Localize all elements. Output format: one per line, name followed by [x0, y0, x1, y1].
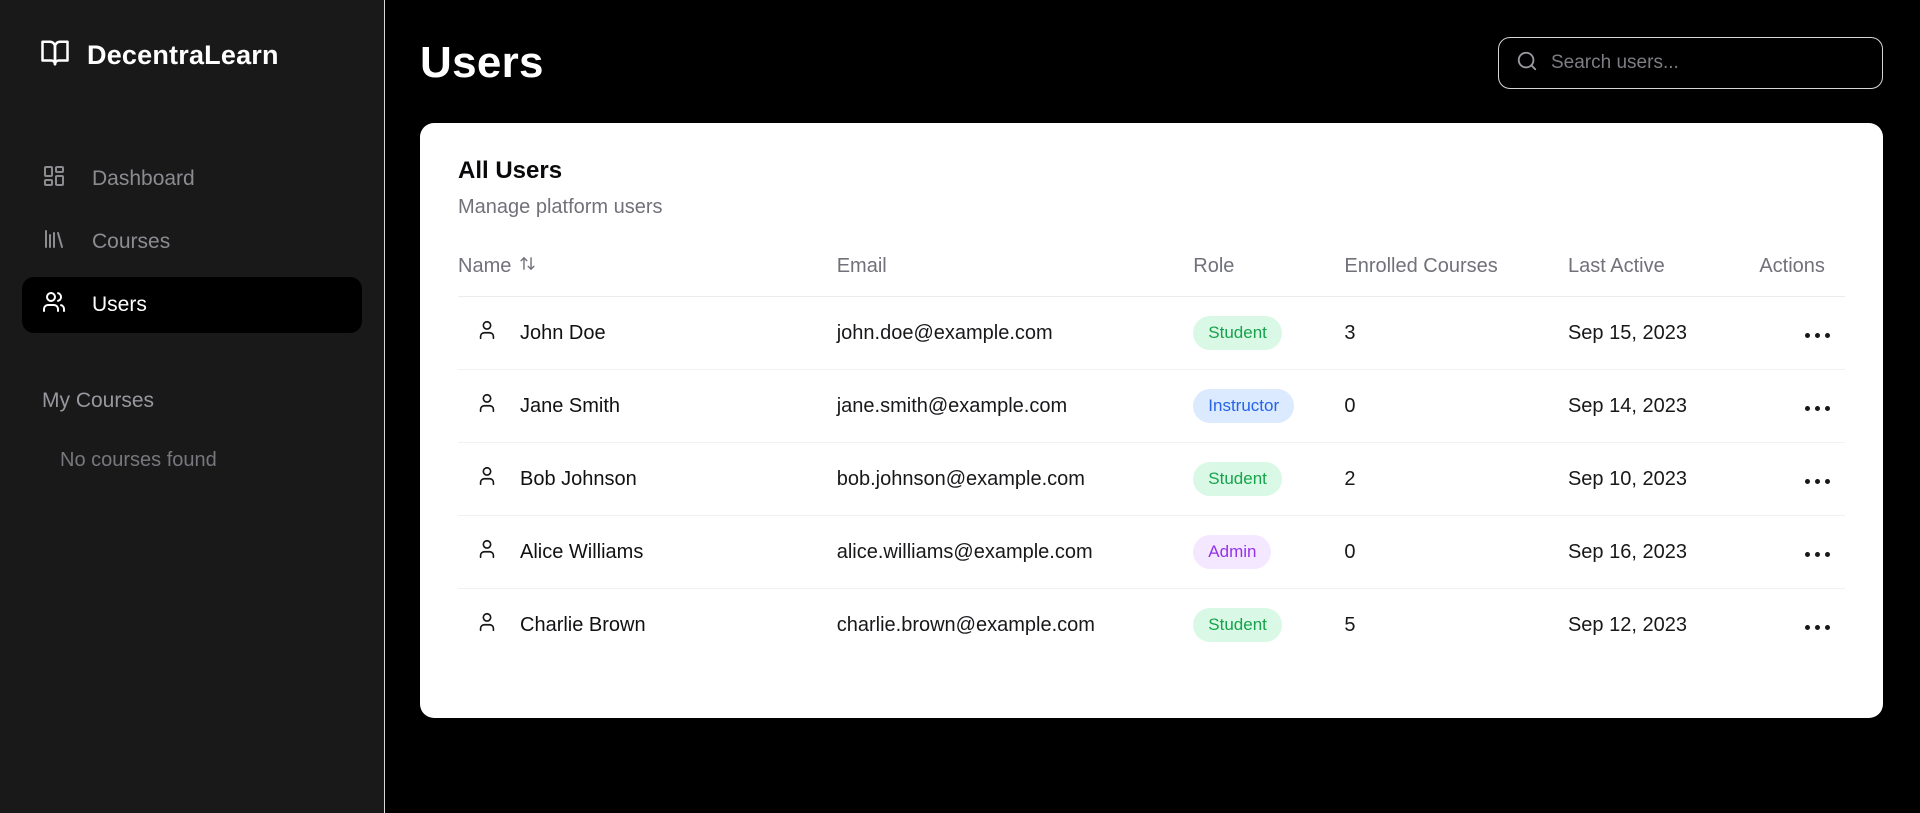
page-title: Users: [420, 38, 544, 87]
sidebar-item-label: Users: [92, 293, 147, 316]
sidebar-empty-text: No courses found: [60, 449, 217, 471]
row-actions-button[interactable]: [1801, 544, 1834, 565]
library-icon: [42, 227, 66, 257]
table-row: Bob Johnson bob.johnson@example.com Stud…: [458, 442, 1845, 516]
column-header-enrolled: Enrolled Courses: [1344, 243, 1568, 297]
user-email: john.doe@example.com: [836, 296, 1194, 370]
column-header-last-active: Last Active: [1567, 243, 1760, 297]
search-icon: [1516, 50, 1538, 77]
search-box[interactable]: [1498, 37, 1883, 89]
app-window: DecentraLearn Dashboard Courses Users My…: [0, 0, 1920, 813]
enrolled-count: 0: [1344, 515, 1568, 589]
role-badge: Student: [1193, 462, 1282, 496]
user-icon: [476, 611, 498, 639]
table-row: Alice Williams alice.williams@example.co…: [458, 515, 1845, 589]
column-header-role: Role: [1193, 243, 1345, 297]
table-row: Charlie Brown charlie.brown@example.com …: [458, 589, 1845, 662]
user-icon: [476, 465, 498, 493]
last-active-date: Sep 16, 2023: [1567, 515, 1760, 589]
last-active-date: Sep 15, 2023: [1567, 296, 1760, 370]
table-row: John Doe john.doe@example.com Student 3 …: [458, 296, 1845, 370]
card-title: All Users: [458, 157, 563, 184]
role-badge: Student: [1193, 608, 1282, 643]
users-icon: [42, 290, 66, 320]
sidebar-item-users[interactable]: Users: [22, 277, 362, 333]
role-badge: Admin: [1193, 535, 1272, 569]
users-card: All Users Manage platform users Name Ema…: [420, 123, 1883, 718]
users-table: Name Email Role Enrolled Courses Last Ac…: [458, 243, 1845, 662]
ellipsis-icon: [1805, 624, 1831, 630]
sidebar-item-courses[interactable]: Courses: [22, 214, 362, 270]
ellipsis-icon: [1805, 551, 1831, 557]
user-email: alice.williams@example.com: [836, 515, 1194, 589]
user-email: charlie.brown@example.com: [836, 613, 1095, 636]
search-input[interactable]: [1551, 52, 1865, 74]
user-icon: [476, 392, 498, 420]
layout-dashboard-icon: [42, 164, 66, 194]
ellipsis-icon: [1805, 405, 1831, 411]
user-name: Bob Johnson: [520, 467, 637, 490]
arrow-up-down-icon: [519, 255, 536, 278]
last-active-date: Sep 12, 2023: [1567, 613, 1687, 636]
book-open-icon: [40, 38, 70, 73]
role-badge: Student: [1193, 316, 1282, 350]
enrolled-count: 3: [1344, 296, 1568, 370]
column-header-email: Email: [836, 243, 1194, 297]
ellipsis-icon: [1805, 478, 1831, 484]
last-active-date: Sep 10, 2023: [1567, 442, 1760, 516]
row-actions-button[interactable]: [1801, 471, 1834, 492]
user-icon: [476, 319, 498, 347]
user-name: Jane Smith: [520, 394, 621, 417]
logo: DecentraLearn: [22, 30, 362, 73]
role-badge: Instructor: [1193, 389, 1295, 423]
sidebar-nav: Dashboard Courses Users: [22, 151, 362, 333]
user-icon: [476, 538, 498, 566]
topbar: Users: [420, 30, 1883, 96]
user-name: Charlie Brown: [520, 613, 646, 636]
sidebar-section-label: My Courses: [42, 389, 155, 412]
column-header-actions: Actions: [1759, 243, 1845, 297]
enrolled-count: 2: [1344, 442, 1568, 516]
ellipsis-icon: [1805, 332, 1831, 338]
enrolled-count: 0: [1344, 369, 1568, 443]
card-subtitle: Manage platform users: [458, 196, 663, 218]
user-email: bob.johnson@example.com: [836, 442, 1194, 516]
sidebar-item-label: Dashboard: [92, 167, 195, 190]
table-row: Jane Smith jane.smith@example.com Instru…: [458, 369, 1845, 443]
sidebar-item-dashboard[interactable]: Dashboard: [22, 151, 362, 207]
sidebar: DecentraLearn Dashboard Courses Users My…: [0, 0, 385, 813]
table-header-row: Name Email Role Enrolled Courses Last Ac…: [458, 243, 1845, 297]
user-name: Alice Williams: [520, 540, 644, 563]
enrolled-count: 5: [1344, 613, 1356, 636]
sidebar-item-label: Courses: [92, 230, 171, 253]
app-title: DecentraLearn: [87, 40, 279, 70]
column-header-name[interactable]: Name: [458, 243, 837, 297]
user-name: John Doe: [520, 321, 606, 344]
row-actions-button[interactable]: [1801, 398, 1834, 419]
user-email: jane.smith@example.com: [836, 369, 1194, 443]
last-active-date: Sep 14, 2023: [1567, 369, 1760, 443]
main-content: Users All Users Manage platform users: [385, 0, 1920, 813]
row-actions-button[interactable]: [1801, 325, 1834, 346]
row-actions-button[interactable]: [1801, 617, 1834, 638]
